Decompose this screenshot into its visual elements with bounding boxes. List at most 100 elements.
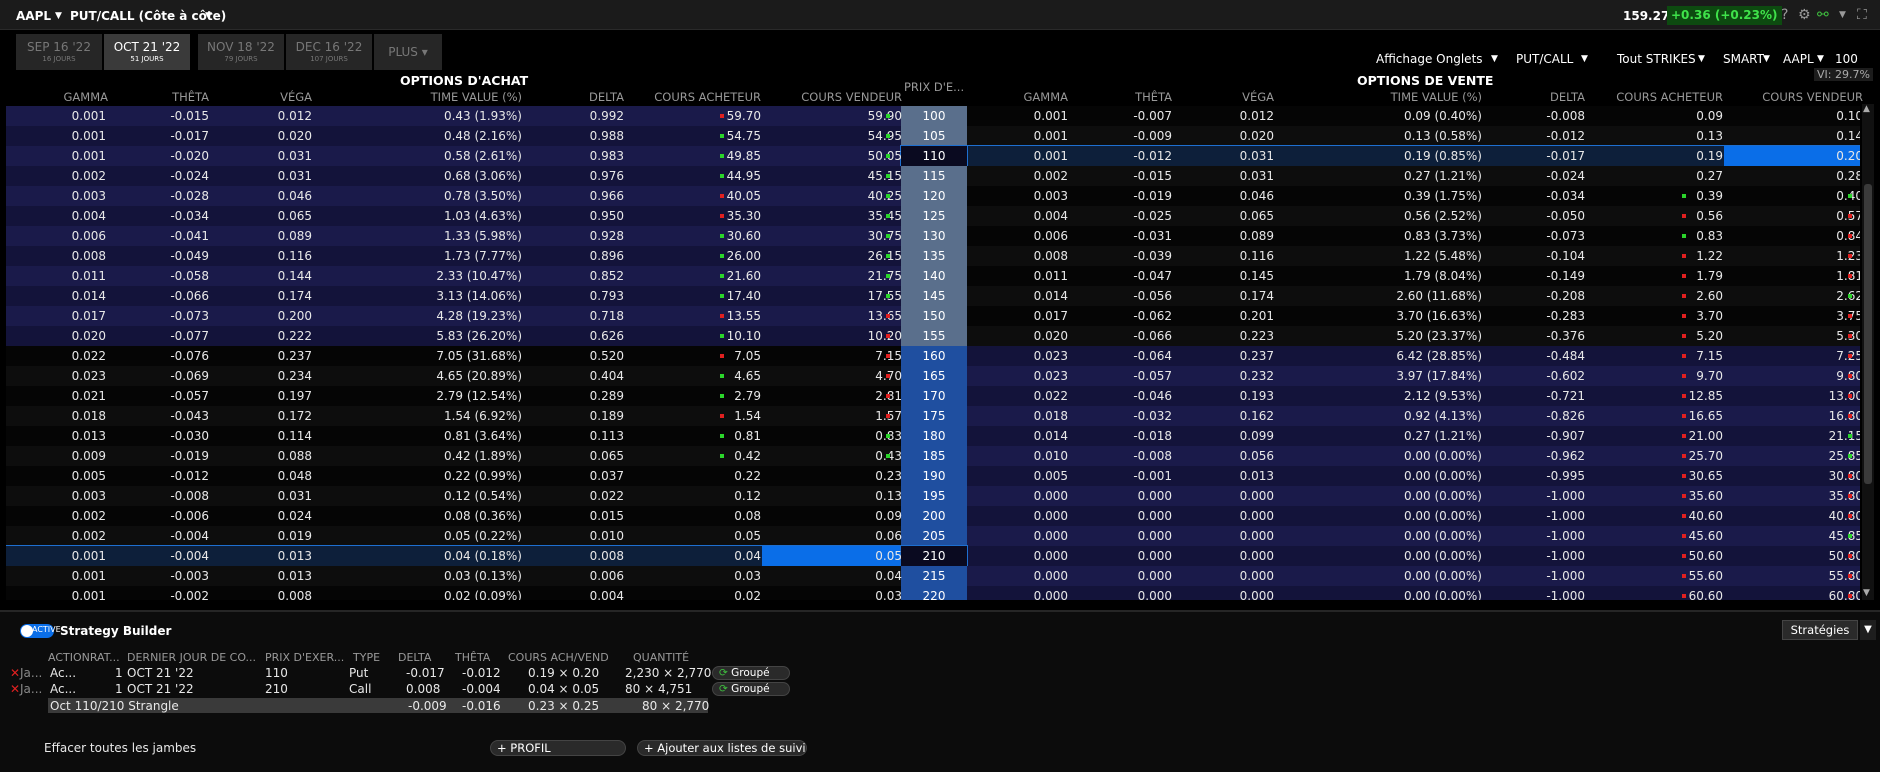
tab-more[interactable]: PLUS ▾ bbox=[374, 34, 442, 70]
call-ask-cell[interactable]: 13.65 bbox=[752, 309, 902, 323]
call-bid-cell[interactable]: 0.22 bbox=[611, 469, 761, 483]
call-bid-cell[interactable]: 49.85 bbox=[611, 149, 761, 163]
tab-dec16[interactable]: DEC 16 '22 107 JOURS bbox=[286, 34, 372, 70]
leg-action[interactable]: Ac... bbox=[50, 666, 76, 680]
put-ask-cell[interactable]: 60.80 bbox=[1713, 589, 1860, 600]
option-row[interactable]: 190 0.005 -0.012 0.048 0.22 (0.99%) 0.037 0.22… bbox=[6, 466, 1860, 486]
put-bid-cell[interactable]: 12.85 bbox=[1573, 389, 1723, 403]
call-bid-cell[interactable]: 54.75 bbox=[611, 129, 761, 143]
call-delta-header[interactable]: DELTA bbox=[464, 90, 624, 104]
profile-button[interactable]: + PROFIL bbox=[490, 740, 626, 756]
call-bid-cell[interactable]: 17.40 bbox=[611, 289, 761, 303]
call-bid-cell[interactable]: 26.00 bbox=[611, 249, 761, 263]
put-bid-header[interactable]: COURS ACHETEUR bbox=[1563, 90, 1723, 104]
call-ask-cell[interactable]: 59.90 bbox=[752, 109, 902, 123]
call-bid-cell[interactable]: 21.60 bbox=[611, 269, 761, 283]
put-bid-cell[interactable]: 50.60 bbox=[1573, 549, 1723, 563]
strategies-button[interactable]: Stratégies bbox=[1782, 620, 1858, 640]
call-ask-cell[interactable]: 2.81 bbox=[752, 389, 902, 403]
put-ask-cell[interactable]: 30.80 bbox=[1713, 469, 1860, 483]
option-row[interactable]: 140 0.011 -0.058 0.144 2.33 (10.47%) 0.852 21.… bbox=[6, 266, 1860, 286]
tab-sep16[interactable]: SEP 16 '22 16 JOURS bbox=[16, 34, 102, 70]
put-bid-cell[interactable]: 1.79 bbox=[1573, 269, 1723, 283]
put-bid-cell[interactable]: 25.70 bbox=[1573, 449, 1723, 463]
call-ask-cell[interactable]: 26.15 bbox=[752, 249, 902, 263]
put-bid-cell[interactable]: 0.56 bbox=[1573, 209, 1723, 223]
option-row[interactable]: 220 0.001 -0.002 0.008 0.02 (0.09%) 0.004 0.02… bbox=[6, 586, 1860, 600]
help-icon[interactable]: ? bbox=[1781, 7, 1788, 23]
strategy-column-header[interactable]: COURS ACH/VEND bbox=[508, 651, 609, 664]
put-bid-cell[interactable]: 0.19 bbox=[1573, 149, 1723, 163]
leg-strike[interactable]: 210 bbox=[265, 682, 288, 696]
strategy-column-header[interactable]: TYPE bbox=[353, 651, 380, 664]
put-ask-cell[interactable]: 5.30 bbox=[1713, 329, 1860, 343]
call-ask-cell[interactable]: 4.70 bbox=[752, 369, 902, 383]
tab-oct21[interactable]: OCT 21 '22 51 JOURS bbox=[104, 34, 190, 70]
option-row[interactable]: 130 0.006 -0.041 0.089 1.33 (5.98%) 0.928 30.6… bbox=[6, 226, 1860, 246]
put-bid-cell[interactable]: 30.65 bbox=[1573, 469, 1723, 483]
put-ask-cell[interactable]: 40.80 bbox=[1713, 509, 1860, 523]
put-ask-cell[interactable]: 0.10 bbox=[1713, 109, 1860, 123]
clear-legs-button[interactable]: Effacer toutes les jambes bbox=[44, 741, 196, 755]
call-bid-cell[interactable]: 35.30 bbox=[611, 209, 761, 223]
option-row[interactable]: 100 0.001 -0.015 0.012 0.43 (1.93%) 0.992 59.7… bbox=[6, 106, 1860, 126]
symbol-dropdown[interactable]: AAPL bbox=[1783, 52, 1814, 66]
call-ask-cell[interactable]: 35.45 bbox=[752, 209, 902, 223]
put-ask-cell[interactable]: 3.75 bbox=[1713, 309, 1860, 323]
scrollbar[interactable]: ▲ ▼ bbox=[1862, 104, 1874, 600]
affichage-dropdown[interactable]: Affichage Onglets bbox=[1376, 52, 1483, 66]
call-bid-cell[interactable]: 0.81 bbox=[611, 429, 761, 443]
exchange-dropdown[interactable]: SMART bbox=[1723, 52, 1764, 66]
put-bid-cell[interactable]: 45.60 bbox=[1573, 529, 1723, 543]
put-ask-cell[interactable]: 2.62 bbox=[1713, 289, 1860, 303]
call-ask-header[interactable]: COURS VENDEUR bbox=[742, 90, 902, 104]
put-ask-cell[interactable]: 1.23 bbox=[1713, 249, 1860, 263]
strategy-column-header[interactable]: PRIX D'EXER... bbox=[265, 651, 344, 664]
call-ask-cell[interactable]: 30.75 bbox=[752, 229, 902, 243]
put-ask-header[interactable]: COURS VENDEUR bbox=[1703, 90, 1863, 104]
call-ask-cell[interactable]: 0.83 bbox=[752, 429, 902, 443]
put-ask-cell[interactable]: 16.80 bbox=[1713, 409, 1860, 423]
option-row[interactable]: 180 0.013 -0.030 0.114 0.81 (3.64%) 0.113 0.81… bbox=[6, 426, 1860, 446]
scroll-thumb[interactable] bbox=[1864, 184, 1872, 484]
put-ask-cell[interactable]: 0.14 bbox=[1713, 129, 1860, 143]
call-ask-cell[interactable]: 40.25 bbox=[752, 189, 902, 203]
call-bid-cell[interactable]: 0.08 bbox=[611, 509, 761, 523]
call-ask-cell[interactable]: 0.05 bbox=[752, 549, 902, 563]
put-ask-cell[interactable]: 7.25 bbox=[1713, 349, 1860, 363]
option-row[interactable]: 160 0.022 -0.076 0.237 7.05 (31.68%) 0.520 7.0… bbox=[6, 346, 1860, 366]
option-row[interactable]: 135 0.008 -0.049 0.116 1.73 (7.77%) 0.896 26.0… bbox=[6, 246, 1860, 266]
call-bid-cell[interactable]: 0.42 bbox=[611, 449, 761, 463]
put-bid-cell[interactable]: 7.15 bbox=[1573, 349, 1723, 363]
put-bid-cell[interactable]: 3.70 bbox=[1573, 309, 1723, 323]
option-row[interactable]: 195 0.003 -0.008 0.031 0.12 (0.54%) 0.022 0.12… bbox=[6, 486, 1860, 506]
call-bid-cell[interactable]: 4.65 bbox=[611, 369, 761, 383]
option-row[interactable]: 215 0.001 -0.003 0.013 0.03 (0.13%) 0.006 0.03… bbox=[6, 566, 1860, 586]
strategy-column-header[interactable]: DELTA bbox=[398, 651, 431, 664]
view-dropdown-icon[interactable]: ▼ bbox=[205, 11, 212, 21]
put-ask-cell[interactable]: 9.80 bbox=[1713, 369, 1860, 383]
option-row[interactable]: 105 0.001 -0.017 0.020 0.48 (2.16%) 0.988 54.7… bbox=[6, 126, 1860, 146]
group-button[interactable]: ⟳ Groupé bbox=[712, 666, 790, 680]
put-ask-cell[interactable]: 21.15 bbox=[1713, 429, 1860, 443]
option-row[interactable]: 175 0.018 -0.043 0.172 1.54 (6.92%) 0.189 1.54… bbox=[6, 406, 1860, 426]
put-ask-cell[interactable]: 25.85 bbox=[1713, 449, 1860, 463]
symbol-dropdown-icon[interactable]: ▼ bbox=[55, 11, 62, 21]
option-row[interactable]: 145 0.014 -0.066 0.174 3.13 (14.06%) 0.793 17.… bbox=[6, 286, 1860, 306]
option-row[interactable]: 115 0.002 -0.024 0.031 0.68 (3.06%) 0.976 44.9… bbox=[6, 166, 1860, 186]
put-bid-cell[interactable]: 5.20 bbox=[1573, 329, 1723, 343]
put-bid-cell[interactable]: 60.60 bbox=[1573, 589, 1723, 600]
active-toggle[interactable]: ACTIVE bbox=[20, 624, 61, 638]
call-ask-cell[interactable]: 1.57 bbox=[752, 409, 902, 423]
leg-ratio[interactable]: 1 bbox=[115, 682, 123, 696]
put-ask-cell[interactable]: 45.85 bbox=[1713, 529, 1860, 543]
put-bid-cell[interactable]: 35.60 bbox=[1573, 489, 1723, 503]
put-delta-header[interactable]: DELTA bbox=[1425, 90, 1585, 104]
put-bid-cell[interactable]: 16.65 bbox=[1573, 409, 1723, 423]
call-ask-cell[interactable]: 17.55 bbox=[752, 289, 902, 303]
option-row[interactable]: 165 0.023 -0.069 0.234 4.65 (20.89%) 0.404 4.6… bbox=[6, 366, 1860, 386]
call-bid-cell[interactable]: 0.04 bbox=[611, 549, 761, 563]
tab-nov18[interactable]: NOV 18 '22 79 JOURS bbox=[198, 34, 284, 70]
call-ask-cell[interactable]: 0.03 bbox=[752, 589, 902, 600]
strategy-column-header[interactable]: DERNIER JOUR DE CO... bbox=[127, 651, 256, 664]
